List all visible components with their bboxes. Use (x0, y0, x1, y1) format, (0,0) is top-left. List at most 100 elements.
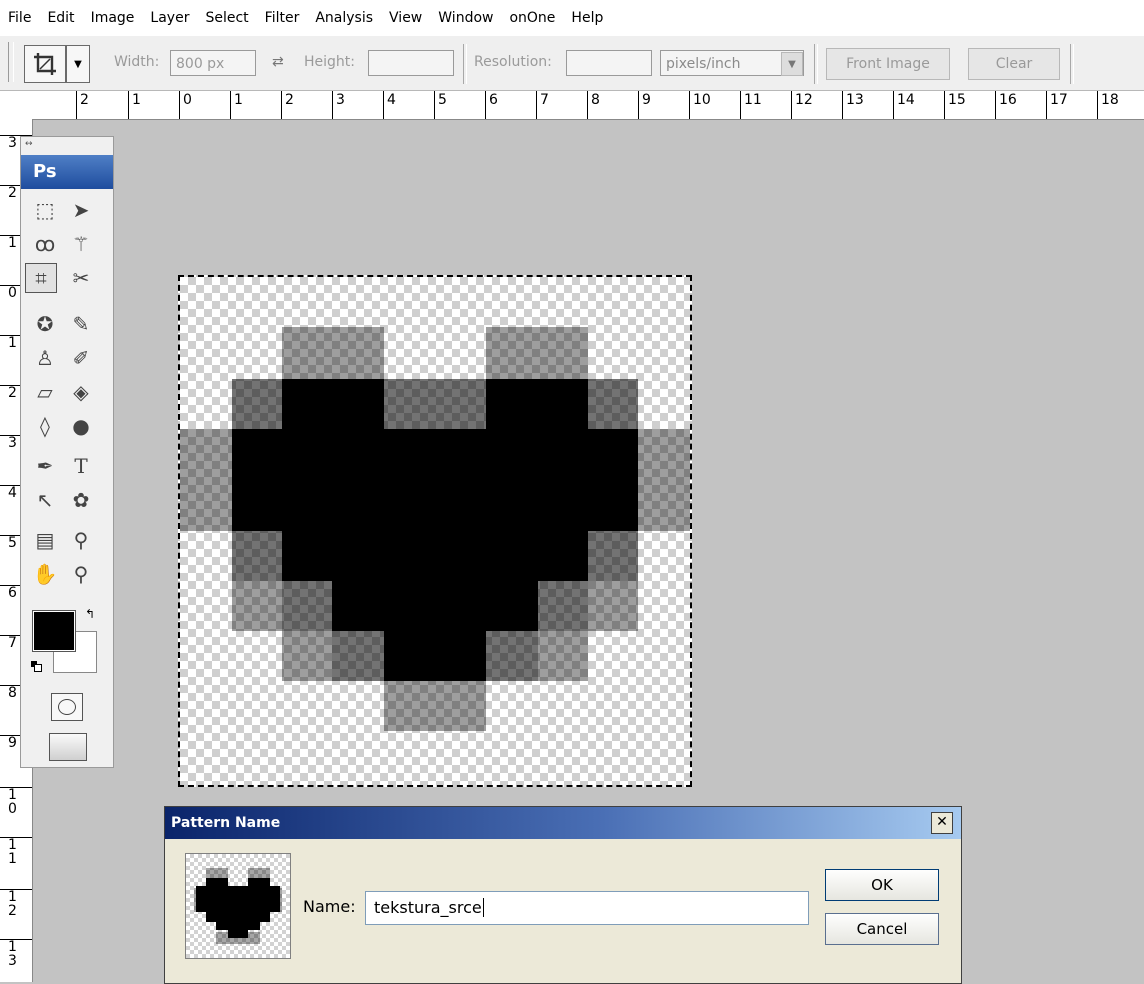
options-separator (814, 44, 818, 84)
horizontal-ruler[interactable]: 2 1 0 1 2 3 4 5 6 7 8 9 10 11 12 13 14 1… (0, 91, 1144, 120)
chevron-down-icon[interactable]: ▼ (781, 52, 803, 76)
menu-analysis[interactable]: Analysis (307, 10, 381, 26)
ruler-tick: 16 (995, 91, 1017, 119)
brush-icon[interactable]: ✎ (65, 309, 97, 339)
menu-edit[interactable]: Edit (39, 10, 82, 26)
options-grip[interactable] (8, 42, 14, 82)
menu-layer[interactable]: Layer (142, 10, 197, 26)
ruler-tick: 1 (128, 91, 141, 119)
default-colors-icon[interactable] (31, 661, 42, 672)
paint-bucket-icon[interactable]: ◈ (65, 377, 97, 407)
text-caret (482, 898, 484, 917)
ruler-tick: 17 (1046, 91, 1068, 119)
marquee-icon[interactable]: ⬚ (29, 195, 61, 225)
menu-window[interactable]: Window (430, 10, 501, 26)
cancel-button[interactable]: Cancel (825, 913, 939, 945)
clone-stamp-icon[interactable]: ♙ (29, 343, 61, 373)
heart-thumbnail-icon (194, 868, 282, 944)
shape-icon[interactable]: ✿ (65, 485, 97, 515)
ruler-tick: 5 (434, 91, 447, 119)
options-separator (1070, 44, 1074, 84)
ruler-tick: 10 (0, 787, 32, 816)
panel-grip-icon[interactable]: ↔ (25, 139, 33, 149)
eyedropper-icon[interactable]: ⚲ (65, 525, 97, 555)
resolution-field[interactable] (566, 50, 652, 76)
width-field[interactable]: 800 px (170, 50, 256, 76)
clear-button[interactable]: Clear (968, 48, 1060, 80)
type-icon[interactable]: T (65, 451, 97, 481)
ruler-tick: 2 (76, 91, 89, 119)
tool-preset-picker[interactable] (24, 45, 66, 83)
swap-colors-icon[interactable]: ↰ (85, 607, 95, 621)
toolbox-title: Ps (21, 155, 113, 189)
ruler-tick: 2 (281, 91, 294, 119)
ruler-tick: 12 (0, 889, 32, 918)
width-label: Width: (114, 54, 160, 70)
blur-icon[interactable]: ◊ (29, 411, 61, 441)
ruler-tick: 0 (179, 91, 192, 119)
menu-bar: File Edit Image Layer Select Filter Anal… (0, 0, 1144, 36)
ruler-tick: 15 (944, 91, 966, 119)
crop-icon (34, 53, 56, 75)
resolution-label: Resolution: (474, 54, 552, 70)
pen-icon[interactable]: ✒ (29, 451, 61, 481)
ruler-tick: 11 (0, 837, 32, 866)
ruler-tick: 13 (0, 939, 32, 968)
history-brush-icon[interactable]: ✐ (65, 343, 97, 373)
quick-mask-button[interactable] (51, 693, 83, 721)
menu-filter[interactable]: Filter (257, 10, 308, 26)
ruler-tick: 11 (740, 91, 762, 119)
healing-icon[interactable]: ✪ (29, 309, 61, 339)
toolbox-panel: ↔ Ps ⬚ ➤ ꝏ ⚚ ⌗ ✂ ✪ ✎ ♙ ✐ ▱ ◈ ◊ ● ✒ T ↖ ✿… (20, 136, 114, 768)
ruler-tick: 18 (1097, 91, 1119, 119)
ruler-tick: 9 (638, 91, 651, 119)
ruler-tick: 14 (893, 91, 915, 119)
name-label: Name: (303, 897, 356, 916)
ruler-tick: 3 (332, 91, 345, 119)
options-bar: ▼ Width: 800 px ⇄ Height: Resolution: pi… (0, 36, 1144, 91)
menu-help[interactable]: Help (563, 10, 611, 26)
zoom-icon[interactable]: ⚲ (65, 559, 97, 589)
eraser-icon[interactable]: ▱ (29, 377, 61, 407)
options-separator (463, 44, 467, 84)
pattern-name-dialog: Pattern Name ✕ Name: tekstura_srce OK Ca… (164, 806, 962, 984)
notes-icon[interactable]: ▤ (29, 525, 61, 555)
ruler-tick: 6 (485, 91, 498, 119)
screen-mode-button[interactable] (49, 733, 87, 761)
ruler-tick: 8 (587, 91, 600, 119)
menu-file[interactable]: File (0, 10, 39, 26)
dodge-icon[interactable]: ● (65, 411, 97, 441)
name-value: tekstura_srce (374, 898, 482, 917)
crop-icon[interactable]: ⌗ (25, 263, 57, 293)
magic-wand-icon[interactable]: ⚚ (65, 229, 97, 259)
menu-image[interactable]: Image (83, 10, 143, 26)
front-image-button[interactable]: Front Image (826, 48, 950, 80)
ruler-tick: 12 (791, 91, 813, 119)
height-label: Height: (304, 54, 355, 70)
pattern-thumbnail (185, 853, 291, 959)
document-canvas[interactable] (178, 275, 692, 787)
dialog-title: Pattern Name (165, 807, 961, 839)
menu-select[interactable]: Select (197, 10, 256, 26)
lasso-icon[interactable]: ꝏ (29, 229, 61, 259)
ruler-tick: 10 (689, 91, 711, 119)
ruler-tick: 7 (536, 91, 549, 119)
move-icon[interactable]: ➤ (65, 195, 97, 225)
heart-pixel-art (180, 327, 690, 731)
pattern-name-input[interactable]: tekstura_srce (365, 891, 809, 925)
menu-onone[interactable]: onOne (501, 10, 563, 26)
close-icon[interactable]: ✕ (931, 812, 953, 834)
menu-view[interactable]: View (381, 10, 430, 26)
hand-icon[interactable]: ✋ (29, 559, 61, 589)
slice-icon[interactable]: ✂ (65, 263, 97, 293)
height-field[interactable] (368, 50, 454, 76)
ruler-tick: 13 (842, 91, 864, 119)
foreground-color-swatch[interactable] (32, 610, 76, 652)
quick-mask-icon (58, 699, 76, 715)
tool-preset-dropdown[interactable]: ▼ (66, 45, 90, 83)
swap-arrows-icon[interactable]: ⇄ (272, 54, 284, 70)
ruler-tick: 4 (383, 91, 396, 119)
ruler-tick: 1 (230, 91, 243, 119)
path-select-icon[interactable]: ↖ (29, 485, 61, 515)
ok-button[interactable]: OK (825, 869, 939, 901)
